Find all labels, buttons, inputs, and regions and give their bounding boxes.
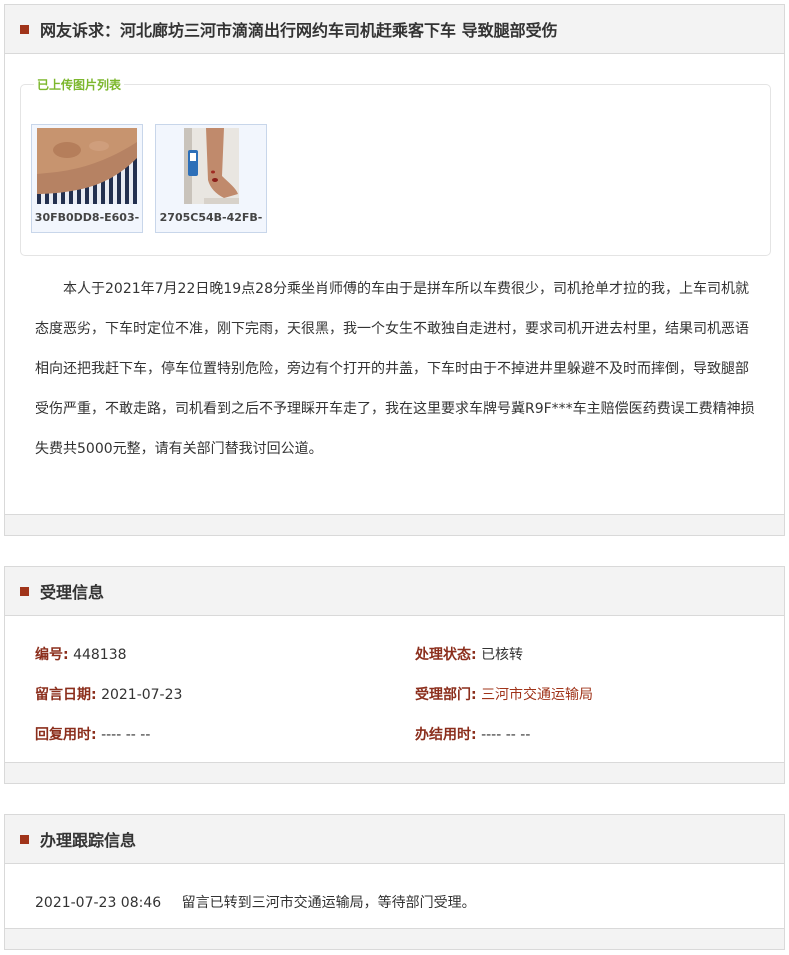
date-value: 2021-07-23 [101, 687, 183, 703]
reply-time-label: 回复用时: [35, 727, 97, 743]
tracking-entry-time: 2021-07-23 08:46 [35, 895, 162, 911]
complaint-panel-footer [5, 514, 784, 535]
image-thumbnail-2[interactable]: 2705C54B-42FB- [155, 124, 267, 233]
acceptance-info-panel: 受理信息 编号: 448138 处理状态: 已核转 留言日期: 2021-07-… [4, 566, 785, 784]
image-thumbnail-1[interactable]: 30FB0DD8-E603- [31, 124, 143, 233]
info-date: 留言日期: 2021-07-23 [35, 684, 182, 704]
acceptance-info-title: 受理信息 [40, 583, 105, 602]
acceptance-info-header: 受理信息 [5, 567, 784, 616]
arm-skin-photo-icon [37, 128, 137, 204]
uploaded-images-legend: 已上传图片列表 [34, 76, 125, 93]
dept-label: 受理部门: [415, 687, 477, 703]
tracking-entry: 2021-07-23 08:46 留言已转到三河市交通运输局，等待部门受理。 [35, 892, 476, 912]
tracking-title: 办理跟踪信息 [40, 831, 137, 850]
done-time-value: ---- -- -- [481, 727, 531, 743]
complaint-body-text: 本人于2021年7月22日晚19点28分乘坐肖师傅的车由于是拼车所以车费很少，司… [35, 281, 755, 457]
bullet-square-icon [20, 834, 29, 844]
acceptance-info-footer [5, 762, 784, 783]
image-caption-1: 30FB0DD8-E603- [34, 211, 140, 224]
tracking-header: 办理跟踪信息 [5, 815, 784, 864]
number-label: 编号: [35, 647, 69, 663]
complaint-panel: 网友诉求：河北廊坊三河市滴滴出行网约车司机赶乘客下车 导致腿部受伤 已上传图片列… [4, 4, 785, 536]
done-time-label: 办结用时: [415, 727, 477, 743]
tracking-panel: 办理跟踪信息 2021-07-23 08:46 留言已转到三河市交通运输局，等待… [4, 814, 785, 950]
dept-value: 三河市交通运输局 [481, 687, 594, 703]
complaint-header: 网友诉求：河北廊坊三河市滴滴出行网约车司机赶乘客下车 导致腿部受伤 [5, 5, 784, 54]
date-label: 留言日期: [35, 687, 97, 703]
status-label: 处理状态: [415, 647, 477, 663]
bullet-square-icon [20, 24, 29, 34]
info-status: 处理状态: 已核转 [415, 644, 523, 664]
complaint-title: 网友诉求：河北廊坊三河市滴滴出行网约车司机赶乘客下车 导致腿部受伤 [40, 21, 558, 40]
status-value: 已核转 [481, 647, 524, 663]
info-done-time: 办结用时: ---- -- -- [415, 724, 530, 744]
tracking-panel-footer [5, 928, 784, 949]
leg-injury-photo-icon [184, 128, 239, 204]
uploaded-images-box: 已上传图片列表 30FB0DD8-E603- 2705C54B-42FB- [20, 76, 771, 256]
info-number: 编号: 448138 [35, 644, 127, 664]
tracking-entry-text: 留言已转到三河市交通运输局，等待部门受理。 [181, 895, 476, 911]
image-caption-2: 2705C54B-42FB- [159, 211, 263, 224]
number-value: 448138 [73, 647, 127, 663]
info-reply-time: 回复用时: ---- -- -- [35, 724, 150, 744]
info-dept: 受理部门: 三河市交通运输局 [415, 684, 593, 704]
bullet-square-icon [20, 586, 29, 596]
reply-time-value: ---- -- -- [101, 727, 151, 743]
